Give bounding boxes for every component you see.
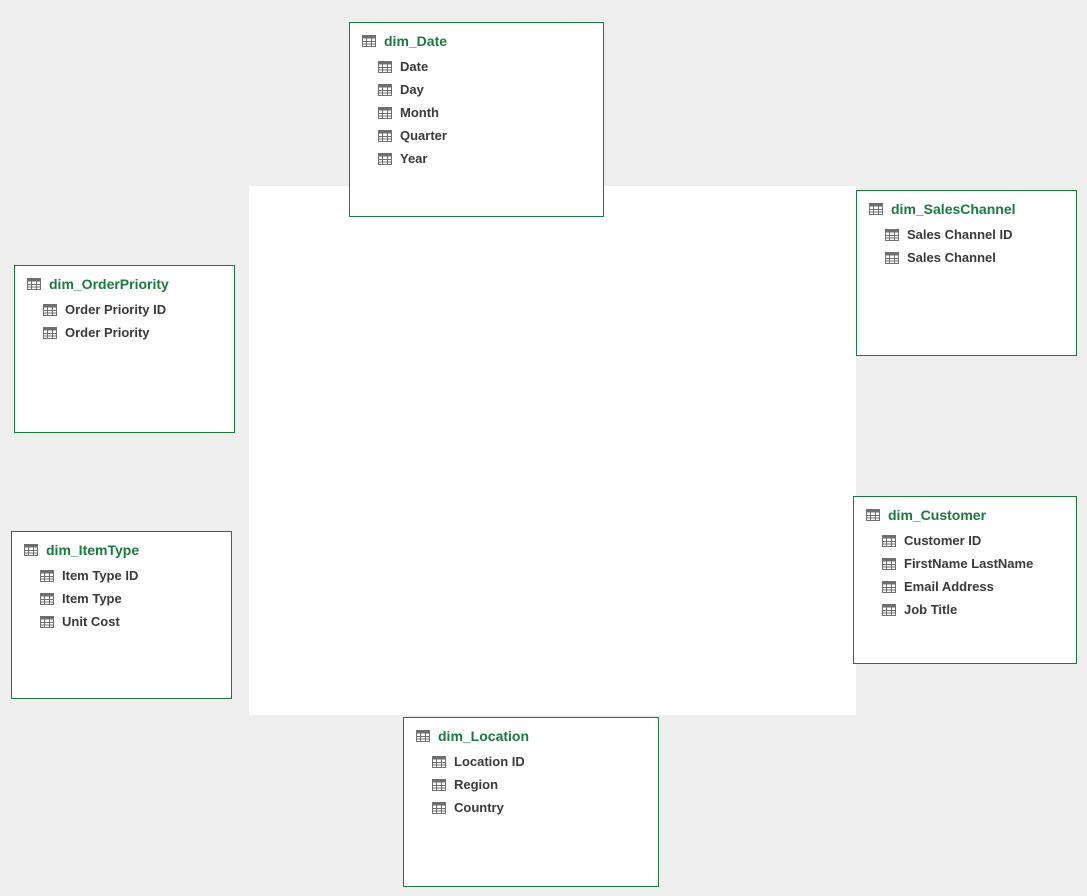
table-icon (362, 35, 376, 47)
field-item[interactable]: Sales Channel ID (885, 223, 1064, 246)
field-item[interactable]: Email Address (882, 575, 1064, 598)
field-label: Day (400, 82, 424, 97)
column-icon (882, 558, 896, 570)
column-icon (40, 570, 54, 582)
field-label: Unit Cost (62, 614, 120, 629)
column-icon (40, 593, 54, 605)
field-label: Quarter (400, 128, 447, 143)
table-header[interactable]: dim_OrderPriority (15, 266, 234, 298)
field-list: Order Priority ID Order Priority (15, 298, 234, 356)
field-item[interactable]: Item Type ID (40, 564, 219, 587)
field-label: Location ID (454, 754, 525, 769)
field-item[interactable]: Order Priority (43, 321, 222, 344)
field-label: Sales Channel ID (907, 227, 1012, 242)
column-icon (885, 252, 899, 264)
field-item[interactable]: FirstName LastName (882, 552, 1064, 575)
column-icon (432, 802, 446, 814)
field-list: Item Type ID Item Type Unit Cost (12, 564, 231, 645)
table-title: dim_SalesChannel (891, 201, 1016, 217)
column-icon (40, 616, 54, 628)
table-title: dim_OrderPriority (49, 276, 169, 292)
column-icon (378, 107, 392, 119)
field-list: Date Day Month Quarter Year (350, 55, 603, 182)
table-header[interactable]: dim_Date (350, 23, 603, 55)
table-icon (416, 730, 430, 742)
table-dim-location[interactable]: dim_Location Location ID Region Country (403, 717, 659, 887)
field-item[interactable]: Customer ID (882, 529, 1064, 552)
column-icon (43, 304, 57, 316)
column-icon (378, 130, 392, 142)
table-header[interactable]: dim_Customer (854, 497, 1076, 529)
column-icon (378, 61, 392, 73)
table-header[interactable]: dim_Location (404, 718, 658, 750)
field-item[interactable]: Country (432, 796, 646, 819)
table-dim-date[interactable]: dim_Date Date Day Month Quarter Year (349, 22, 604, 217)
field-item[interactable]: Month (378, 101, 591, 124)
field-label: FirstName LastName (904, 556, 1033, 571)
table-icon (866, 509, 880, 521)
table-title: dim_Date (384, 33, 447, 49)
table-title: dim_ItemType (46, 542, 139, 558)
table-title: dim_Location (438, 728, 529, 744)
column-icon (43, 327, 57, 339)
field-label: Country (454, 800, 504, 815)
field-item[interactable]: Location ID (432, 750, 646, 773)
column-icon (882, 604, 896, 616)
field-label: Sales Channel (907, 250, 996, 265)
field-label: Year (400, 151, 427, 166)
column-icon (378, 153, 392, 165)
field-list: Customer ID FirstName LastName Email Addre… (854, 529, 1076, 633)
table-dim-itemtype[interactable]: dim_ItemType Item Type ID Item Type Unit Co… (11, 531, 232, 699)
field-label: Order Priority ID (65, 302, 166, 317)
table-icon (24, 544, 38, 556)
field-item[interactable]: Order Priority ID (43, 298, 222, 321)
column-icon (378, 84, 392, 96)
field-item[interactable]: Sales Channel (885, 246, 1064, 269)
column-icon (882, 535, 896, 547)
table-header[interactable]: dim_SalesChannel (857, 191, 1076, 223)
field-label: Date (400, 59, 428, 74)
field-label: Item Type (62, 591, 122, 606)
field-label: Region (454, 777, 498, 792)
table-dim-customer[interactable]: dim_Customer Customer ID FirstName LastNam… (853, 496, 1077, 664)
field-item[interactable]: Unit Cost (40, 610, 219, 633)
field-item[interactable]: Date (378, 55, 591, 78)
field-item[interactable]: Region (432, 773, 646, 796)
table-title: dim_Customer (888, 507, 986, 523)
column-icon (882, 581, 896, 593)
field-item[interactable]: Day (378, 78, 591, 101)
field-item[interactable]: Quarter (378, 124, 591, 147)
field-label: Month (400, 105, 439, 120)
canvas-area (249, 186, 856, 715)
field-label: Job Title (904, 602, 957, 617)
field-item[interactable]: Item Type (40, 587, 219, 610)
field-label: Order Priority (65, 325, 150, 340)
field-label: Customer ID (904, 533, 981, 548)
field-item[interactable]: Year (378, 147, 591, 170)
field-list: Sales Channel ID Sales Channel (857, 223, 1076, 281)
table-dim-orderpriority[interactable]: dim_OrderPriorityOrder Priority IDOrder … (14, 265, 235, 433)
column-icon (432, 779, 446, 791)
field-list: Location ID Region Country (404, 750, 658, 831)
column-icon (885, 229, 899, 241)
table-dim-saleschannel[interactable]: dim_SalesChannelSales Channel IDSales Ch… (856, 190, 1077, 356)
field-label: Email Address (904, 579, 994, 594)
table-icon (27, 278, 41, 290)
column-icon (432, 756, 446, 768)
table-header[interactable]: dim_ItemType (12, 532, 231, 564)
field-item[interactable]: Job Title (882, 598, 1064, 621)
table-icon (869, 203, 883, 215)
field-label: Item Type ID (62, 568, 138, 583)
